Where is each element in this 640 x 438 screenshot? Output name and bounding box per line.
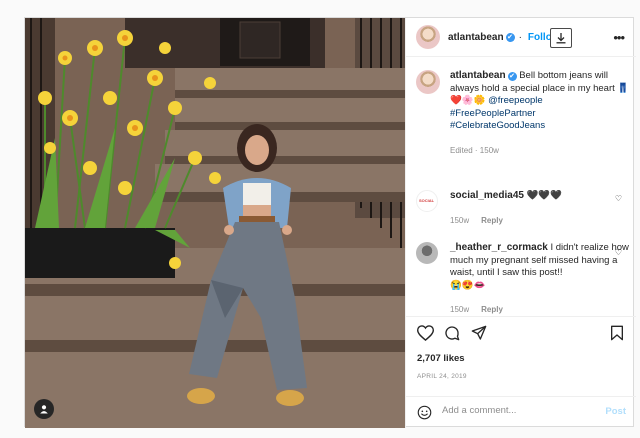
comment-item: SOCIAL social_media45 🖤🖤🖤 150w Reply ♡ [416,190,630,227]
author-avatar[interactable] [416,25,440,49]
photo-illustration [25,18,405,428]
browser-viewport: atlantabean ✔ · Follow ••• atlantabean ✔… [0,0,640,438]
save-bookmark-icon[interactable] [610,325,624,341]
comment-meta: 150w Reply [450,304,630,316]
caption-avatar[interactable] [416,70,440,94]
comment-username[interactable]: social_media45 [450,190,524,201]
comment-time: 150w [450,215,470,225]
hashtag-link[interactable]: #FreePeoplePartner [450,108,536,119]
add-comment-bar: Post [406,396,636,428]
download-button[interactable] [550,28,572,48]
caption-body: atlantabean ✔ Bell bottom jeans will alwa… [450,70,630,157]
reply-button[interactable]: Reply [481,305,503,314]
comment-time: 150w [450,305,470,314]
comment-meta: 150w Reply [450,215,630,228]
tagged-users-button[interactable] [34,399,54,419]
comment-item: _heather_r_cormack I didn't realize how … [416,242,630,316]
like-comment-icon[interactable]: ♡ [615,194,622,203]
comment-body: social_media45 🖤🖤🖤 150w Reply [450,190,630,227]
comment-username[interactable]: _heather_r_cormack [450,242,548,253]
comment-body: _heather_r_cormack I didn't realize how … [450,242,630,316]
instagram-post-modal: atlantabean ✔ · Follow ••• atlantabean ✔… [24,17,636,428]
user-icon [40,405,48,414]
hashtag-link[interactable]: #CelebrateGoodJeans [450,120,545,131]
caption-username[interactable]: atlantabean [450,70,506,81]
post-date: APRIL 24, 2019 [417,373,467,380]
comment-icon[interactable] [444,325,460,341]
separator-dot: · [518,31,522,43]
header-user: atlantabean ✔ · Follow [448,32,560,43]
download-icon [556,33,566,44]
post-comment-button[interactable]: Post [605,406,626,417]
verified-icon: ✔ [507,72,517,81]
author-username[interactable]: atlantabean [448,32,504,43]
emoji-icon[interactable] [417,405,432,420]
post-sidebar: atlantabean ✔ · Follow ••• atlantabean ✔… [405,18,636,428]
share-icon[interactable] [471,325,487,341]
caption: atlantabean ✔ Bell bottom jeans will alwa… [416,70,630,157]
mention-link[interactable]: @freepeople [488,95,543,106]
reply-button[interactable]: Reply [481,216,503,225]
avatar-logo: SOCIAL [419,198,435,203]
likes-count[interactable]: 2,707 likes [417,353,465,364]
caption-edited: Edited · 150w [450,145,499,155]
post-actions: 2,707 likes APRIL 24, 2019 [406,316,636,396]
commenter-avatar[interactable] [416,242,438,264]
like-comment-icon[interactable]: ♡ [615,248,622,257]
post-photo[interactable] [25,18,405,428]
comments-list: atlantabean ✔ Bell bottom jeans will alwa… [406,58,636,316]
post-header: atlantabean ✔ · Follow ••• [406,18,636,57]
like-heart-icon[interactable] [417,325,434,341]
comment-input[interactable] [442,405,592,416]
comment-text: 🖤🖤🖤 [526,190,563,201]
verified-icon: ✔ [505,32,515,42]
commenter-avatar[interactable]: SOCIAL [416,190,438,212]
comment-emojis: 😭😍👄 [450,279,486,291]
more-options-icon[interactable]: ••• [613,30,625,45]
